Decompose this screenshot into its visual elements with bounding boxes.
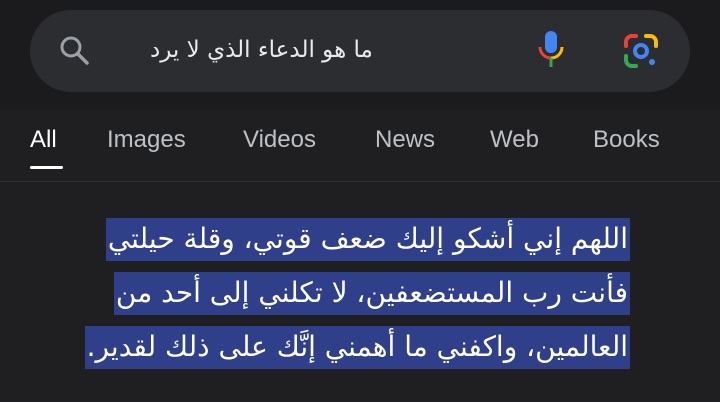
highlighted-text[interactable]: اللهم إني أشكو إليك ضعف قوتي، وقلة حيلتي xyxy=(105,218,630,261)
tab-images[interactable]: Images xyxy=(107,126,186,154)
search-results-page: ما هو الدعاء الذي لا يرد All Images Vide… xyxy=(0,0,720,402)
highlighted-text[interactable]: فأنت رب المستضعفين، لا تكلني إلى أحد من xyxy=(113,272,630,315)
tab-web[interactable]: Web xyxy=(490,126,539,154)
search-input[interactable]: ما هو الدعاء الذي لا يرد xyxy=(150,32,373,68)
tab-all[interactable]: All xyxy=(30,126,57,154)
divider xyxy=(0,181,720,182)
featured-answer: اللهم إني أشكو إليك ضعف قوتي، وقلة حيلتي… xyxy=(30,212,630,374)
search-icon[interactable] xyxy=(58,34,92,68)
search-bar[interactable]: ما هو الدعاء الذي لا يرد xyxy=(30,10,690,92)
answer-line-2: فأنت رب المستضعفين، لا تكلني إلى أحد من xyxy=(30,266,630,320)
highlighted-text[interactable]: العالمين، واكفني ما أهمني إنَّك على ذلك … xyxy=(84,326,630,369)
active-tab-indicator xyxy=(30,166,63,169)
search-tabs: All Images Videos News Web Books xyxy=(0,118,720,169)
tab-news[interactable]: News xyxy=(375,126,435,154)
answer-line-3: العالمين، واكفني ما أهمني إنَّك على ذلك … xyxy=(30,320,630,374)
answer-line-1: اللهم إني أشكو إليك ضعف قوتي، وقلة حيلتي xyxy=(30,212,630,266)
tab-videos[interactable]: Videos xyxy=(243,126,316,154)
google-lens-icon[interactable] xyxy=(622,32,660,70)
microphone-icon[interactable] xyxy=(536,29,566,73)
tab-books[interactable]: Books xyxy=(593,126,660,154)
